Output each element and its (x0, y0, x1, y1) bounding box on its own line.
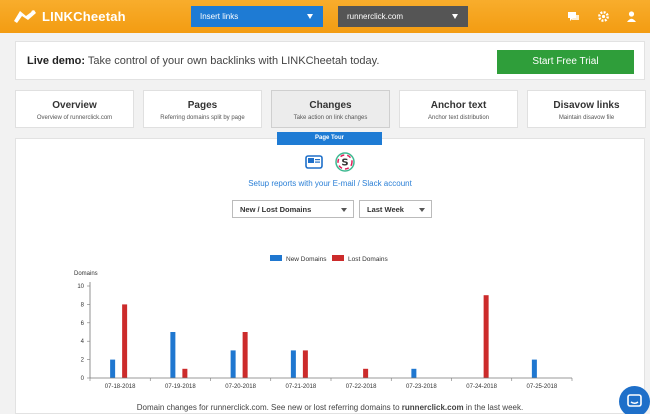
bar-new-domains (411, 368, 417, 378)
bar-lost-domains (182, 368, 188, 378)
metric-dropdown[interactable]: New / Lost Domains (232, 200, 354, 218)
bar-lost-domains (302, 350, 308, 378)
domain-changes-chart: New Domains Lost Domains Domains 0246810 … (74, 255, 573, 390)
chart-legend: New Domains Lost Domains (270, 255, 388, 263)
gear-icon[interactable] (597, 10, 610, 23)
bar-lost-domains (483, 295, 489, 378)
caption-domain: runnerclick.com (401, 403, 464, 412)
chat-bubble-icon (627, 394, 642, 407)
chevron-down-icon (419, 208, 425, 212)
page-tour-button[interactable]: Page Tour (277, 132, 382, 145)
period-dropdown-value: Last Week (367, 205, 404, 214)
metric-dropdown-value: New / Lost Domains (240, 205, 312, 214)
cheetah-logo-icon (14, 10, 36, 23)
banner-lead: Live demo: (27, 55, 86, 67)
tab-subtitle: Anchor text distribution (427, 115, 490, 121)
brand-name: LINKCheetah (42, 8, 126, 24)
tab-title: Overview (52, 100, 97, 111)
tab-pages[interactable]: Pages Referring domains split by page (143, 90, 262, 128)
y-axis-label: Domains (74, 271, 98, 277)
chevron-down-icon (307, 14, 313, 19)
legend-swatch (270, 255, 282, 261)
bar-new-domains (230, 350, 236, 378)
y-tick-label: 10 (77, 284, 84, 290)
setup-reports-link[interactable]: Setup reports with your E-mail / Slack a… (0, 179, 650, 188)
demo-banner: Live demo: Take control of your own back… (15, 41, 645, 80)
logo[interactable]: LINKCheetah (12, 7, 126, 25)
legend-swatch (332, 255, 344, 261)
tab-title: Disavow links (553, 100, 620, 111)
tab-title: Anchor text (430, 100, 487, 111)
chevron-down-icon (452, 14, 458, 19)
email-report-icon[interactable] (304, 152, 324, 172)
domain-select-value: runnerclick.com (347, 12, 404, 21)
chat-icon[interactable] (567, 10, 580, 23)
tab-disavow-links[interactable]: Disavow links Maintain disavow file (527, 90, 646, 128)
tab-subtitle: Take action on link changes (293, 115, 368, 121)
start-free-trial-button[interactable]: Start Free Trial (497, 50, 634, 74)
links-select[interactable]: Insert links (191, 6, 323, 27)
caption-prefix: Domain changes for runnerclick.com. See … (136, 403, 402, 412)
legend-label: Lost Domains (348, 256, 388, 263)
bar-new-domains (170, 332, 176, 378)
y-axis: 0 2 4 6 8 10 (77, 282, 91, 382)
tab-changes[interactable]: Changes Take action on link changes (271, 90, 390, 128)
tab-subtitle: Referring domains split by page (160, 115, 245, 121)
tab-overview[interactable]: Overview Overview of runnerclick.com (15, 90, 134, 128)
x-tick-label: 07-22-2018 (346, 384, 377, 390)
bar-new-domains (110, 359, 116, 378)
tab-title: Changes (309, 100, 352, 111)
x-tick-label: 07-24-2018 (466, 384, 497, 390)
chevron-down-icon (341, 208, 347, 212)
banner-message: Take control of your own backlinks with … (85, 55, 380, 67)
support-chat-button[interactable] (619, 386, 650, 414)
legend-label: New Domains (286, 256, 327, 263)
caption-suffix: in the last week. (463, 403, 524, 412)
bar-new-domains (290, 350, 296, 378)
bar-new-domains (531, 359, 537, 378)
x-tick-label: 07-20-2018 (225, 384, 256, 390)
tab-title: Pages (187, 100, 218, 111)
x-tick-label: 07-23-2018 (406, 384, 437, 390)
banner-text: Live demo: Take control of your own back… (27, 55, 379, 67)
links-select-value: Insert links (200, 12, 239, 21)
bar-lost-domains (122, 304, 128, 378)
x-tick-label: 07-18-2018 (105, 384, 136, 390)
top-bar: LINKCheetah Insert links runnerclick.com (0, 0, 650, 33)
y-tick-label: 2 (81, 358, 85, 364)
chart-bars (110, 295, 537, 378)
tab-subtitle: Overview of runnerclick.com (36, 115, 113, 121)
x-tick-label: 07-19-2018 (165, 384, 196, 390)
domain-select[interactable]: runnerclick.com (338, 6, 468, 27)
x-tick-label: 07-25-2018 (527, 384, 558, 390)
y-tick-label: 4 (81, 339, 85, 345)
slack-icon[interactable]: S (335, 152, 355, 172)
tab-anchor-text[interactable]: Anchor text Anchor text distribution (399, 90, 518, 128)
x-axis: 07-18-2018 07-19-2018 07-20-2018 07-21-2018… (89, 377, 573, 390)
y-tick-label: 6 (81, 321, 85, 327)
x-tick-label: 07-21-2018 (286, 384, 317, 390)
bar-lost-domains (242, 332, 248, 378)
user-icon[interactable] (625, 10, 638, 23)
bar-lost-domains (363, 368, 369, 378)
y-tick-label: 0 (81, 376, 85, 382)
y-tick-label: 8 (81, 302, 85, 308)
svg-text:S: S (341, 158, 348, 169)
tab-subtitle: Maintain disavow file (558, 115, 615, 121)
chart-caption: Domain changes for runnerclick.com. See … (0, 403, 650, 412)
period-dropdown[interactable]: Last Week (359, 200, 432, 218)
